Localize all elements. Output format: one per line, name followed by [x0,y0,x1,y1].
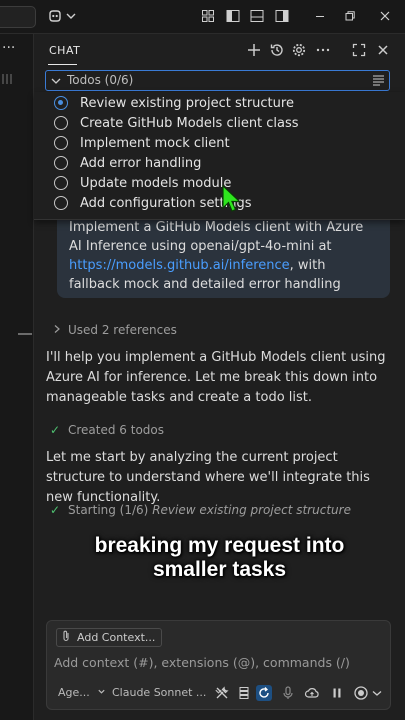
close-window-icon[interactable] [377,8,393,24]
history-icon[interactable] [269,42,285,58]
todo-label: Create GitHub Models client class [80,115,299,131]
caption-line-2: smaller tasks [152,558,287,581]
add-context-button[interactable]: Add Context... [56,628,163,647]
chevron-down-icon[interactable] [63,8,79,24]
chevron-right-icon[interactable] [52,323,68,337]
maximize-icon[interactable] [351,42,367,58]
command-center[interactable] [0,6,36,28]
in-progress-icon [54,96,68,110]
status-task: Review existing project structure [152,503,351,517]
resize-handle[interactable] [18,333,32,335]
todo-label: Implement mock client [80,135,230,151]
microphone-icon[interactable] [280,685,296,701]
close-icon[interactable] [375,42,391,58]
chat-input-box[interactable]: Add Context... Add context (#), extensio… [46,620,391,710]
todo-label: Update models module [80,175,232,191]
stop-icon[interactable] [353,685,369,701]
check-icon: ✓ [50,423,61,437]
restore-icon[interactable] [342,8,358,24]
copilot-icon[interactable] [47,8,63,24]
check-icon: ✓ [50,503,61,517]
todo-list: Review existing project structure Create… [34,92,405,220]
todo-list-header[interactable]: Todos (0/6) [45,70,390,91]
todo-item[interactable]: Update models module [54,173,231,193]
todo-item[interactable]: Review existing project structure [54,93,294,113]
status-prefix: Starting (1/6) [68,503,153,517]
todo-item[interactable]: Implement mock client [54,133,230,153]
todo-label: Add error handling [80,155,202,171]
created-todos-status: ✓ Created 6 todos [50,423,164,437]
todo-list-icon[interactable] [372,74,385,86]
customize-layout-icon[interactable] [200,8,216,24]
toggle-secondary-sidebar-icon[interactable] [274,8,290,24]
paperclip-icon [61,630,73,645]
assistant-message: Let me start by analyzing the current pr… [46,450,370,505]
not-started-icon [54,176,68,190]
minimize-icon[interactable] [312,8,328,24]
assistant-message: I'll help you implement a GitHub Models … [46,350,386,405]
mode-label: Age... [58,686,90,699]
references-label: Used 2 references [68,323,177,337]
minimap-icon [2,74,14,84]
pause-icon[interactable] [329,685,345,701]
title-bar [0,0,405,34]
todo-item[interactable]: Add error handling [54,153,201,173]
references-toggle[interactable]: Used 2 references [52,323,177,337]
settings-icon[interactable] [291,42,307,58]
activity-bar: ··· [0,34,34,720]
todo-item[interactable]: Create GitHub Models client class [54,113,299,133]
add-context-label: Add Context... [77,631,156,644]
chevron-down-icon[interactable] [369,685,385,701]
chat-input[interactable]: Add context (#), extensions (@), command… [54,655,350,670]
not-started-icon [54,116,68,130]
not-started-icon [54,196,68,210]
starting-task-status: ✓ Starting (1/6) Review existing project … [50,503,351,517]
chat-title[interactable]: CHAT [49,44,80,57]
not-started-icon [54,136,68,150]
mouse-pointer-icon [222,184,241,212]
server-icon[interactable] [236,685,252,701]
auto-approve-icon[interactable] [256,685,272,701]
more-icon[interactable] [315,42,331,58]
request-text: Implement a GitHub Models client with Az… [69,220,364,254]
toggle-panel-icon[interactable] [249,8,265,24]
cloud-upload-icon[interactable] [304,685,320,701]
status-label: Created 6 todos [68,423,165,437]
new-chat-icon[interactable] [246,42,262,58]
chevron-down-icon[interactable] [50,72,62,90]
mode-dropdown[interactable]: Age... [58,686,106,699]
toggle-sidebar-icon[interactable] [225,8,241,24]
tools-icon[interactable] [214,685,230,701]
input-toolbar: Age... Claude Sonnet ... [47,681,392,707]
todo-count: Todos (0/6) [67,73,134,87]
model-label: Claude Sonnet ... [112,686,207,699]
caption-line-1: breaking my request into [94,534,345,557]
model-dropdown[interactable]: Claude Sonnet ... [112,686,223,699]
video-caption: breaking my request into smaller tasks [34,534,405,582]
more-actions-icon[interactable]: ··· [2,40,15,56]
chat-panel: CHAT Todos (0/6) Review existing project… [34,34,405,720]
tab-active-indicator [48,64,77,65]
inference-link[interactable]: https://models.github.ai/inference [69,258,290,273]
not-started-icon [54,156,68,170]
todo-label: Review existing project structure [80,95,294,111]
